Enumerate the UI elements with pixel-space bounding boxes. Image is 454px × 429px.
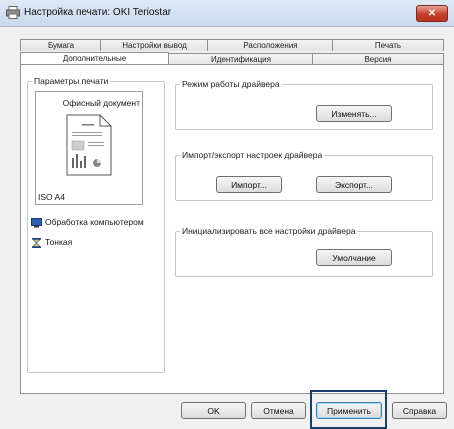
tab-content-panel: Параметры печати Офисный документ ISO A4… [20, 64, 444, 394]
export-button[interactable]: Экспорт... [316, 176, 392, 193]
processing-option: Обработка компьютером [31, 217, 144, 228]
close-button[interactable]: ✕ [416, 5, 448, 22]
reset-title: Инициализировать все настройки драйвера [180, 226, 358, 236]
tab-layout[interactable]: Расположения [207, 39, 334, 51]
quality-option-label: Тонкая [45, 237, 73, 247]
driver-mode-title: Режим работы драйвера [180, 79, 282, 89]
document-preview: Офисный документ ISO A4 [35, 91, 143, 205]
tab-output-settings[interactable]: Настройки вывод [100, 39, 209, 51]
tab-print[interactable]: Печать [332, 39, 444, 51]
change-button[interactable]: Изменять... [316, 105, 392, 122]
reset-group: Инициализировать все настройки драйвера … [175, 226, 433, 277]
ok-button[interactable]: OK [181, 402, 246, 419]
print-settings-dialog: Настройка печати: OKI Teriostar ✕ Бумага… [0, 0, 454, 429]
print-params-title: Параметры печати [32, 76, 111, 86]
import-export-title: Импорт/экспорт настроек драйвера [180, 150, 325, 160]
title-bar[interactable]: Настройка печати: OKI Teriostar ✕ [0, 0, 454, 27]
cancel-button[interactable]: Отмена [251, 402, 306, 419]
driver-mode-group: Режим работы драйвера Изменять... [175, 79, 433, 130]
preview-title: Офисный документ [62, 98, 140, 108]
computer-icon [31, 217, 42, 228]
processing-option-label: Обработка компьютером [45, 217, 144, 227]
tab-paper[interactable]: Бумага [20, 39, 102, 51]
apply-button-highlight [310, 390, 387, 429]
printer-icon [6, 6, 20, 19]
default-button[interactable]: Умолчание [316, 249, 392, 266]
import-button[interactable]: Импорт... [216, 176, 282, 193]
paper-size-label: ISO A4 [38, 192, 65, 202]
hourglass-icon [32, 237, 41, 248]
help-button[interactable]: Справка [392, 402, 447, 419]
import-export-group: Импорт/экспорт настроек драйвера Импорт.… [175, 150, 433, 201]
document-page-icon [66, 114, 112, 176]
window-title: Настройка печати: OKI Teriostar [24, 7, 172, 18]
quality-option: Тонкая [31, 237, 72, 248]
